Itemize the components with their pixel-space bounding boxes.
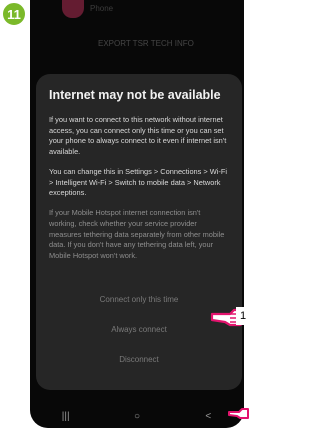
dialog-paragraph: If you want to connect to this network w… xyxy=(49,115,227,157)
callout-number: 1 xyxy=(236,307,250,325)
recents-button[interactable]: ||| xyxy=(46,411,86,422)
navigation-bar: ||| ○ < xyxy=(30,404,244,428)
internet-warning-dialog: Internet may not be available If you wan… xyxy=(36,74,242,390)
home-button[interactable]: ○ xyxy=(117,411,157,422)
connect-once-button[interactable]: Connect only this time xyxy=(36,295,242,304)
dialog-paragraph: If your Mobile Hotspot internet connecti… xyxy=(49,208,225,261)
step-badge: 11 xyxy=(0,0,28,28)
pointing-hand-icon xyxy=(228,408,249,419)
disconnect-button[interactable]: Disconnect xyxy=(36,355,242,364)
dialog-title: Internet may not be available xyxy=(49,88,221,102)
dialog-paragraph: You can change this in Settings > Connec… xyxy=(49,166,228,198)
back-button[interactable]: < xyxy=(188,411,228,422)
